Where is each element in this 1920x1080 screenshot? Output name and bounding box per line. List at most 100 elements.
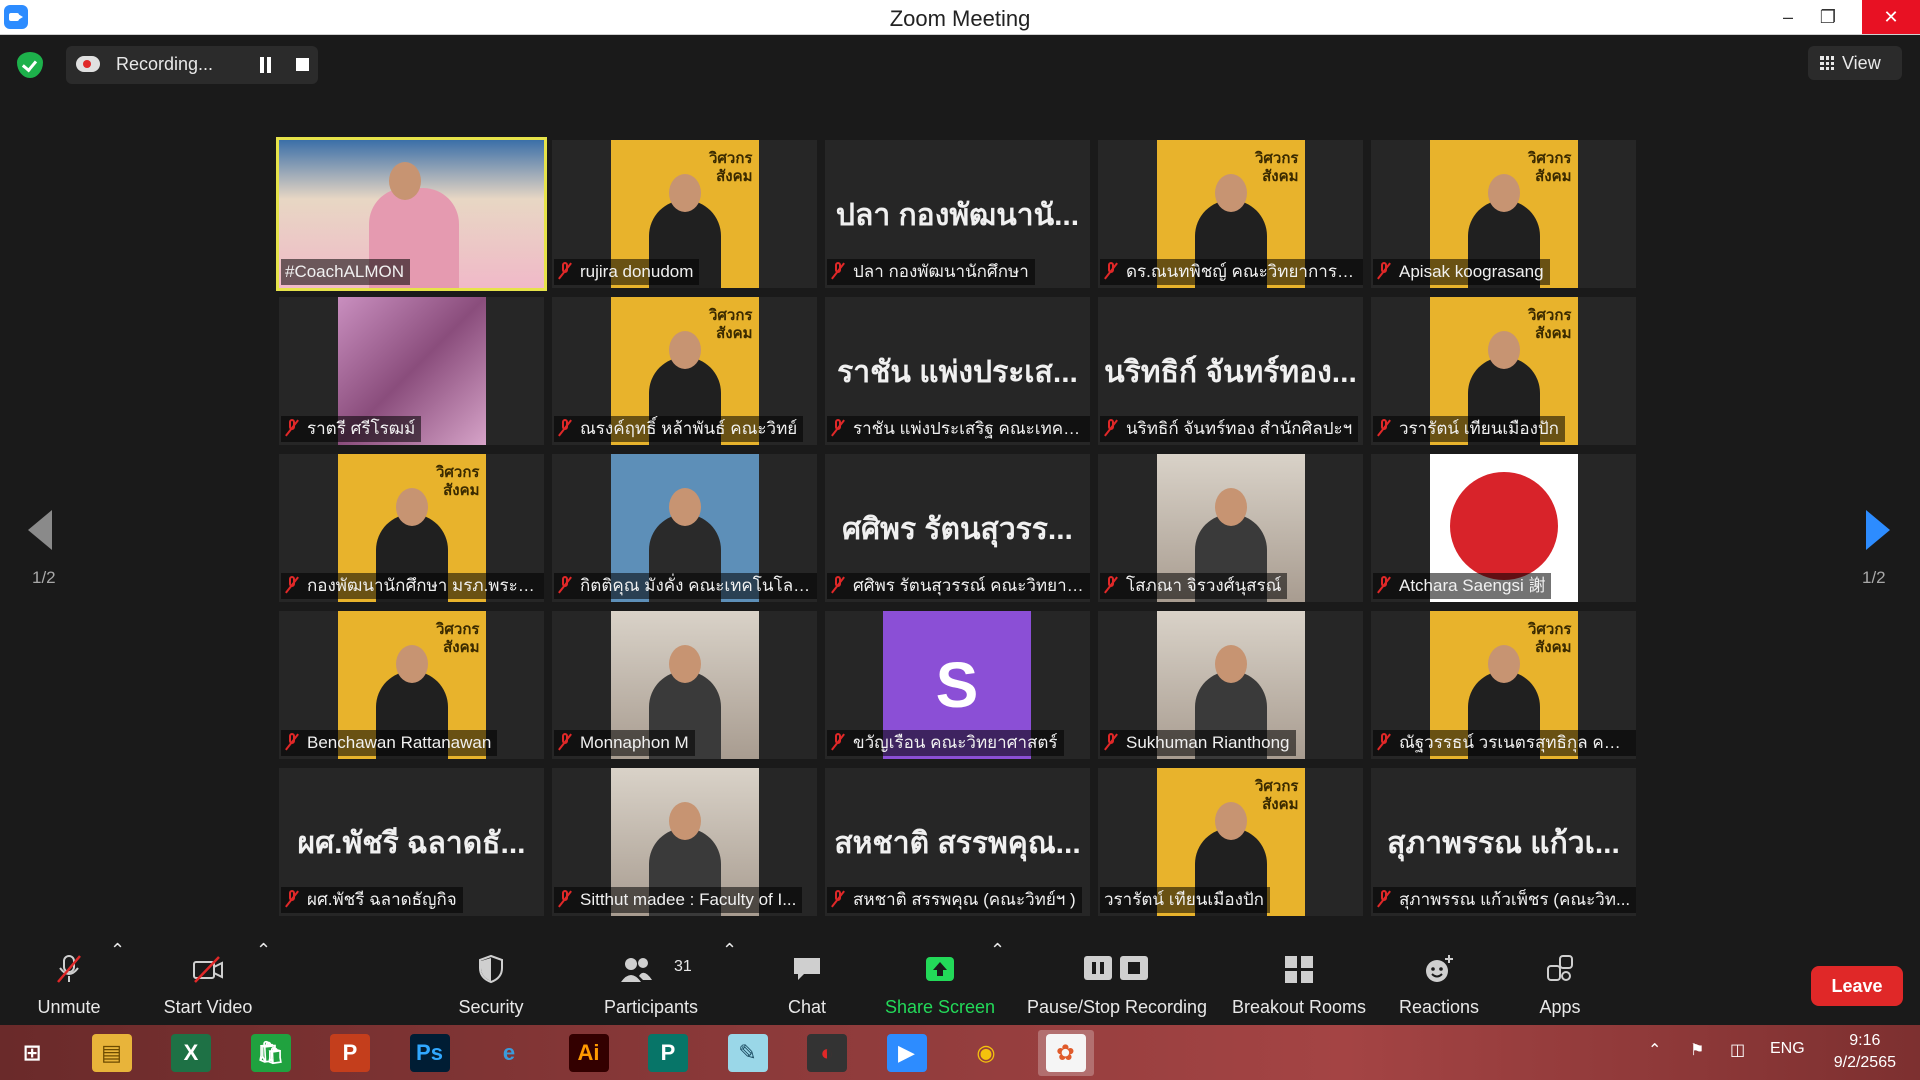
participant-nameplate: วรารัตน์ เทียนเมืองปัก — [1100, 887, 1270, 913]
participant-tile[interactable]: Atchara Saengsi 謝 — [1371, 454, 1636, 602]
chat-button[interactable]: Chat — [770, 940, 844, 1025]
participant-nameplate: Apisak koograsang — [1373, 259, 1550, 285]
participants-options-caret-icon[interactable]: ⌃ — [722, 940, 737, 1025]
leave-button[interactable]: Leave — [1811, 966, 1903, 1006]
participant-tile[interactable]: Sitthut madee : Faculty of I... — [552, 768, 817, 916]
pause-icon[interactable] — [258, 57, 272, 73]
participant-tile[interactable]: ณรงค์ฤทธิ์ หล้าพันธ์ คณะวิทย์ — [552, 297, 817, 445]
encryption-shield-icon[interactable] — [17, 52, 43, 78]
muted-microphone-icon — [1104, 262, 1118, 280]
previous-page-arrow-icon[interactable] — [28, 510, 52, 550]
apps-button[interactable]: Apps — [1526, 940, 1594, 1025]
participant-tile[interactable]: ปลา กองพัฒนานั... ปลา กองพัฒนานักศึกษา — [825, 140, 1090, 288]
muted-microphone-icon — [57, 955, 81, 983]
participant-tile[interactable]: ราตรี ศรีโรฒม์ — [279, 297, 544, 445]
security-button[interactable]: Security — [446, 940, 536, 1025]
participant-tile[interactable]: ดร.ณนทพิชญ์ คณะวิทยาการจัด... — [1098, 140, 1363, 288]
taskbar-publisher-icon[interactable]: P — [640, 1030, 696, 1076]
next-page-arrow-icon[interactable] — [1866, 510, 1890, 550]
page-indicator-right: 1/2 — [1862, 568, 1886, 587]
participant-tile[interactable]: #CoachALMON — [276, 137, 547, 291]
participant-tile[interactable]: วรารัตน์ เทียนเมืองปัก — [1098, 768, 1363, 916]
participant-nameplate: โสภณา จิรวงศ์นุสรณ์ — [1100, 573, 1288, 599]
participant-tile[interactable]: สหชาติ สรรพคุณ... สหชาติ สรรพคุณ (คณะวิทย… — [825, 768, 1090, 916]
participant-name: กิตติคุณ มังคั่ง คณะเทคโนโลยีอุ... — [580, 576, 817, 595]
view-button[interactable]: View — [1808, 46, 1902, 80]
share-options-caret-icon[interactable]: ⌃ — [990, 940, 1005, 1025]
taskbar-chrome-icon[interactable]: ◉ — [958, 1030, 1014, 1076]
participant-tile[interactable]: กองพัฒนานักศึกษา มรภ.พระนคร — [279, 454, 544, 602]
security-shield-icon — [479, 954, 503, 984]
taskbar-file-explorer-icon[interactable]: ▤ — [84, 1030, 140, 1076]
participant-tile[interactable]: rujira donudom — [552, 140, 817, 288]
muted-microphone-icon — [558, 890, 572, 908]
muted-microphone-icon — [558, 576, 572, 594]
muted-microphone-icon — [831, 890, 845, 908]
view-label: View — [1842, 53, 1881, 73]
participant-nameplate: กองพัฒนานักศึกษา มรภ.พระนคร — [281, 573, 544, 599]
participant-tile[interactable]: โสภณา จิรวงศ์นุสรณ์ — [1098, 454, 1363, 602]
taskbar-zoom-icon[interactable]: ▶ — [879, 1030, 935, 1076]
network-icon[interactable]: ◫ — [1730, 1040, 1745, 1060]
audio-options-caret-icon[interactable]: ⌃ — [110, 940, 125, 1025]
participant-tile[interactable]: Benchawan Rattanawan — [279, 611, 544, 759]
taskbar-illustrator-icon[interactable]: Ai — [561, 1030, 617, 1076]
muted-microphone-icon — [1377, 733, 1391, 751]
title-bar: Zoom Meeting – ❐ ✕ — [0, 0, 1920, 35]
taskbar-photos-icon[interactable]: ✿ — [1037, 1030, 1094, 1076]
recording-indicator: Recording... — [66, 46, 318, 84]
participant-display-name: ปลา กองพัฒนานั... — [835, 199, 1080, 232]
page-indicator-left: 1/2 — [32, 568, 56, 587]
participant-name: ณรงค์ฤทธิ์ หล้าพันธ์ คณะวิทย์ — [580, 419, 798, 438]
taskbar-photoscape-icon[interactable]: ◐ — [799, 1030, 855, 1076]
action-center-flag-icon[interactable]: ⚑ — [1690, 1040, 1704, 1060]
muted-microphone-icon — [558, 262, 572, 280]
restore-button[interactable]: ❐ — [1806, 0, 1850, 34]
muted-microphone-icon — [1104, 733, 1118, 751]
taskbar-powerpoint-icon[interactable]: P — [322, 1030, 378, 1076]
participant-tile[interactable]: Apisak koograsang — [1371, 140, 1636, 288]
stop-icon[interactable] — [296, 58, 309, 71]
participant-tile[interactable]: ราชัน แพ่งประเส... ราชัน แพ่งประเสริฐ คณะ… — [825, 297, 1090, 445]
participant-tile[interactable]: สุภาพรรณ แก้วเ... สุภาพรรณ แก้วเพ็ชร (คณะ… — [1371, 768, 1636, 916]
participant-tile[interactable]: Sukhuman Rianthong — [1098, 611, 1363, 759]
share-screen-button[interactable]: Share Screen — [882, 940, 998, 1025]
participant-tile[interactable]: ผศ.พัชรี ฉลาดธั... ผศ.พัชรี ฉลาดธัญกิจ — [279, 768, 544, 916]
taskbar-store-icon[interactable]: 🛍 — [243, 1030, 299, 1076]
participant-name: ราชัน แพ่งประเสริฐ คณะเทคโนโ... — [853, 419, 1090, 438]
participant-tile[interactable]: กิตติคุณ มังคั่ง คณะเทคโนโลยีอุ... — [552, 454, 817, 602]
muted-microphone-icon — [285, 890, 299, 908]
participant-nameplate: Sukhuman Rianthong — [1100, 730, 1296, 756]
windows-taskbar: ⌃ ⚑ ◫ ENG 9:16 9/2/2565 ⊞ ▤ X 🛍 P Ps e Ai P ✎ ◐ ▶ ◉ ✿ — [0, 1025, 1920, 1080]
participant-tile[interactable]: นริทธิก์ จันทร์ทอง... นริทธิก์ จันทร์ทอง … — [1098, 297, 1363, 445]
participant-nameplate: ผศ.พัชรี ฉลาดธัญกิจ — [281, 887, 463, 913]
taskbar-start-icon[interactable]: ⊞ — [4, 1030, 60, 1076]
participant-tile[interactable]: S ขวัญเรือน คณะวิทยาศาสตร์ — [825, 611, 1090, 759]
breakout-rooms-button[interactable]: Breakout Rooms — [1228, 940, 1370, 1025]
muted-microphone-icon — [831, 576, 845, 594]
system-clock[interactable]: 9:16 9/2/2565 — [1834, 1030, 1896, 1074]
participant-nameplate: rujira donudom — [554, 259, 700, 285]
unmute-button[interactable]: Unmute — [18, 940, 120, 1025]
participant-tile[interactable]: วรารัตน์ เทียนเมืองปัก — [1371, 297, 1636, 445]
pause-stop-recording-button[interactable]: Pause/Stop Recording — [1022, 940, 1212, 1025]
taskbar-internet-explorer-icon[interactable]: e — [481, 1030, 537, 1076]
reactions-button[interactable]: Reactions — [1392, 940, 1486, 1025]
minimize-button[interactable]: – — [1766, 0, 1810, 34]
close-button[interactable]: ✕ — [1862, 0, 1920, 34]
participant-name: ผศ.พัชรี ฉลาดธัญกิจ — [307, 890, 457, 909]
start-video-button[interactable]: Start Video — [156, 940, 260, 1025]
participant-tile[interactable]: ศศิพร รัตนสุวรร... ศศิพร รัตนสุวรรณ์ คณะว… — [825, 454, 1090, 602]
participants-button[interactable]: 31 Participants — [596, 940, 706, 1025]
cloud-recording-icon — [76, 56, 100, 72]
participant-tile[interactable]: Monnaphon M — [552, 611, 817, 759]
participants-label: Participants — [603, 997, 699, 1017]
taskbar-notepad-icon[interactable]: ✎ — [720, 1030, 776, 1076]
participant-tile[interactable]: ณัฐวรรธน์ วรเนตรสุทธิกุล คณะเ... — [1371, 611, 1636, 759]
taskbar-photoshop-icon[interactable]: Ps — [402, 1030, 458, 1076]
video-options-caret-icon[interactable]: ⌃ — [256, 940, 271, 1025]
participant-name: โสภณา จิรวงศ์นุสรณ์ — [1126, 576, 1282, 595]
language-indicator[interactable]: ENG — [1770, 1040, 1805, 1058]
taskbar-excel-icon[interactable]: X — [163, 1030, 219, 1076]
show-hidden-icons-caret-icon[interactable]: ⌃ — [1648, 1040, 1661, 1060]
